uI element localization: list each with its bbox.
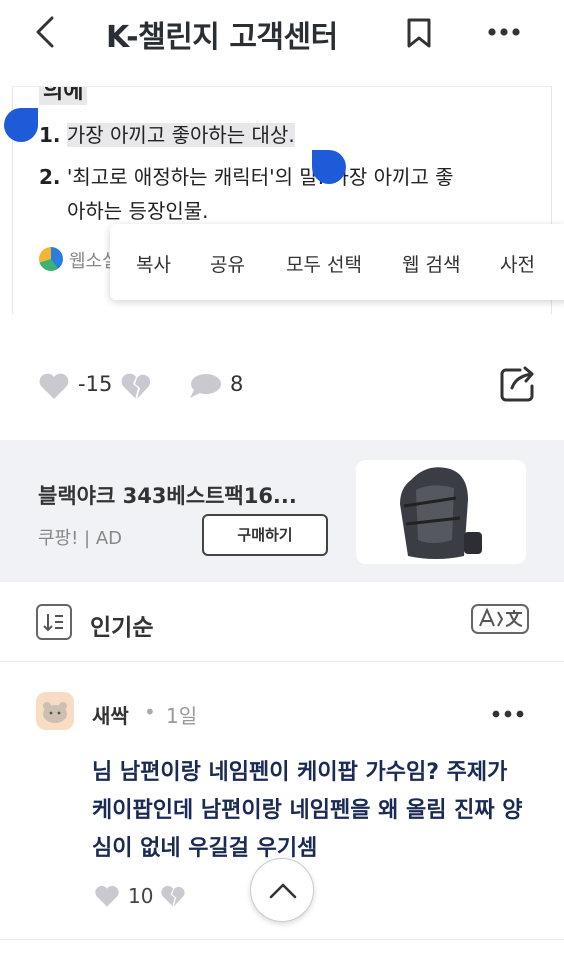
bookmark-icon [407, 18, 431, 48]
page-title: K-챌린지 고객센터 [106, 20, 338, 55]
more-horizontal-icon [492, 710, 524, 718]
comment-more-button[interactable] [490, 706, 526, 722]
comment-text: 님 남편이랑 네임펜이 케이팝 가수임? 주제가 케이팝인데 남편이랑 네임펜을… [92, 760, 523, 861]
translate-icon[interactable] [470, 602, 530, 636]
avatar[interactable] [36, 692, 74, 730]
definition-text: 가장 아끼고 좋아하는 대상. [66, 123, 295, 147]
definition-number: 2. [39, 165, 61, 189]
definition-2[interactable]: 2. '최고로 애정하는 캐릭터'의 말. 가장 아끼고 좋 [39, 161, 454, 190]
comment-bubble-icon[interactable] [188, 372, 222, 400]
product-image[interactable] [356, 460, 526, 564]
meta-separator: • [144, 700, 156, 724]
broken-heart-icon[interactable] [160, 884, 186, 908]
definition-text: '최고로 애정하는 캐릭터'의 말. 가장 아끼고 좋 [66, 165, 454, 189]
more-horizontal-icon [488, 28, 520, 36]
comment-time: 1일 [166, 704, 198, 728]
like-count: -15 [78, 372, 113, 396]
definition-number: 1. [39, 123, 61, 147]
more-button[interactable] [484, 18, 524, 46]
ad-title[interactable]: 블랙야크 343베스트팩16... [38, 480, 297, 510]
heart-icon[interactable] [94, 884, 120, 908]
selection-handle-end[interactable] [312, 150, 346, 184]
comment-author[interactable]: 새싹 [92, 700, 129, 729]
sort-icon[interactable] [36, 604, 72, 640]
buy-button[interactable]: 구매하기 [202, 514, 328, 556]
broken-heart-icon[interactable] [120, 372, 152, 400]
app-header: K-챌린지 고객센터 [0, 0, 564, 64]
source-logo-icon [39, 247, 63, 271]
chevron-left-icon [36, 16, 54, 48]
definition-2-continued: 아하는 등장인물. [67, 199, 209, 223]
text-selection-menu: 복사 공유 모두 선택 웹 검색 사전 [110, 224, 564, 300]
comment-like-count: 10 [128, 884, 154, 908]
selection-handle-start[interactable] [4, 108, 38, 142]
heart-icon[interactable] [38, 372, 70, 400]
ad-banner[interactable]: 블랙야크 343베스트팩16... 쿠팡! | AD 구매하기 [0, 440, 564, 582]
menu-item-select-all[interactable]: 모두 선택 [286, 250, 362, 277]
comment-count: 8 [230, 372, 244, 396]
menu-item-share[interactable]: 공유 [210, 250, 245, 277]
definition-1[interactable]: 1. 가장 아끼고 좋아하는 대상. [39, 119, 295, 148]
sort-label[interactable]: 인기순 [90, 608, 153, 642]
chevron-up-icon [269, 883, 297, 899]
comment-sort-bar: 인기순 [0, 582, 564, 662]
share-icon[interactable] [498, 364, 538, 404]
menu-item-dictionary[interactable]: 사전 [500, 250, 535, 277]
scroll-to-top-button[interactable] [250, 858, 314, 922]
post-reactions: -15 8 [0, 340, 564, 430]
back-button[interactable] [30, 14, 66, 50]
menu-item-web-search[interactable]: 웹 검색 [402, 250, 460, 277]
menu-item-copy[interactable]: 복사 [136, 250, 171, 277]
backpack-icon [400, 467, 482, 559]
bookmark-button[interactable] [402, 16, 436, 50]
ad-source: 쿠팡! | AD [38, 528, 123, 549]
snippet-heading: 의에 [39, 87, 88, 105]
